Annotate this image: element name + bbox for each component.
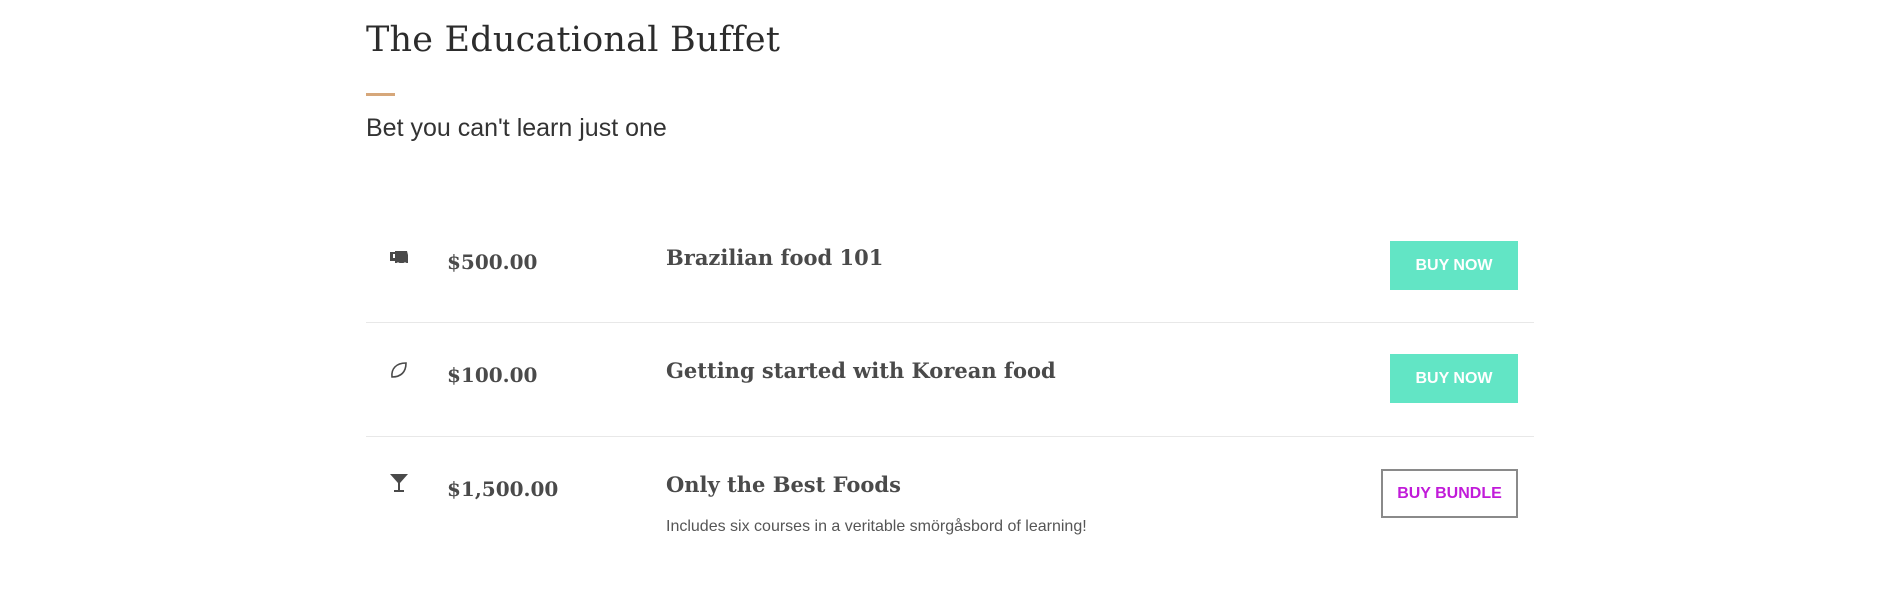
offer-row: $1,500.00 Only the Best Foods Includes s… (366, 437, 1534, 577)
offer-price: $1,500.00 (447, 477, 559, 501)
offer-row: $500.00 Brazilian food 101 BUY NOW (366, 210, 1534, 323)
offer-description: Includes six courses in a veritable smör… (666, 518, 1087, 535)
page-subtitle: Bet you can't learn just one (366, 114, 667, 142)
leaf-icon (388, 359, 410, 381)
offer-price: $500.00 (447, 250, 538, 274)
page-title: The Educational Buffet (366, 20, 781, 60)
title-accent-divider (366, 93, 395, 96)
offer-price: $100.00 (447, 363, 538, 387)
buy-bundle-button[interactable]: BUY BUNDLE (1381, 469, 1518, 518)
offer-name: Getting started with Korean food (666, 358, 1056, 383)
cocktail-glass-icon (388, 472, 410, 494)
buy-now-button[interactable]: BUY NOW (1390, 354, 1518, 403)
offer-name: Brazilian food 101 (666, 245, 884, 270)
food-truck-icon (388, 246, 410, 268)
offer-name: Only the Best Foods (666, 472, 901, 497)
offer-row: $100.00 Getting started with Korean food… (366, 323, 1534, 437)
buy-now-button[interactable]: BUY NOW (1390, 241, 1518, 290)
